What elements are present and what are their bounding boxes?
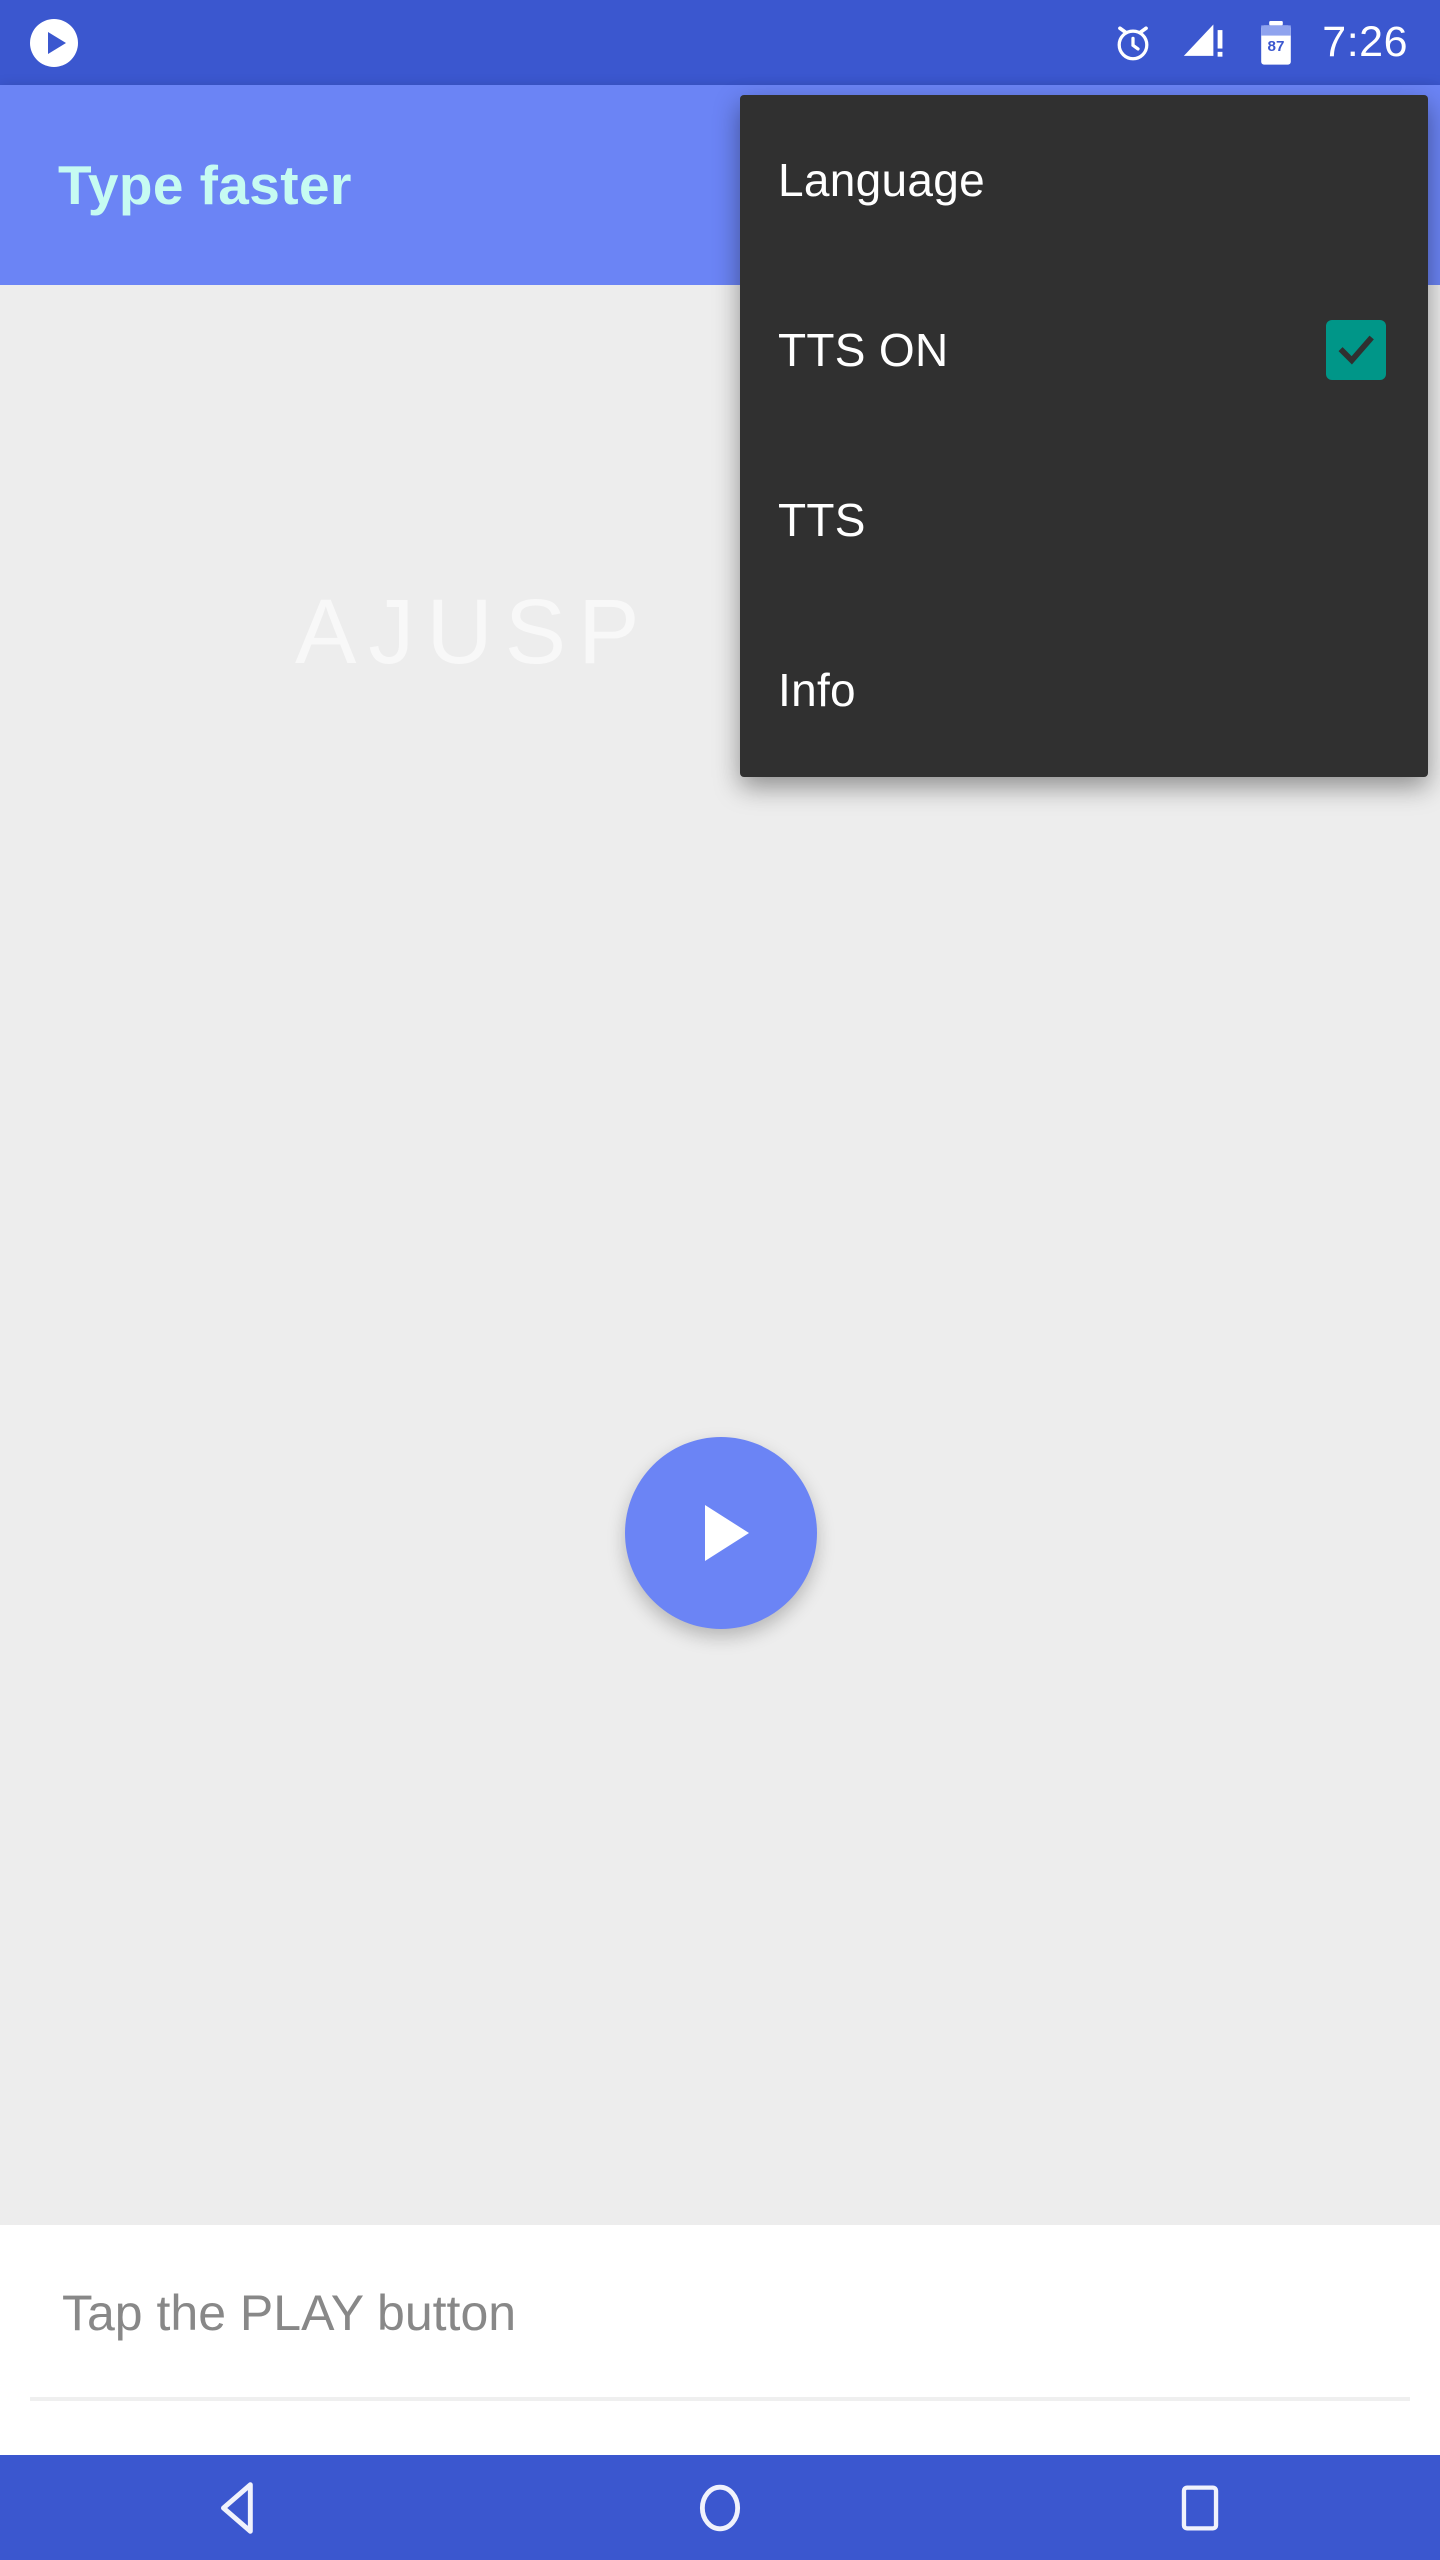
- alarm-clock-icon: [1117, 25, 1149, 60]
- menu-item-language[interactable]: Language: [740, 95, 1428, 265]
- page-title: Type faster: [58, 154, 352, 216]
- menu-item-info[interactable]: Info: [740, 605, 1428, 775]
- play-button[interactable]: [625, 1437, 817, 1629]
- signal-bars-warning-icon: [1184, 24, 1223, 57]
- home-icon: [699, 2484, 741, 2531]
- nav-home-button[interactable]: [645, 2455, 795, 2560]
- recents-icon: [1181, 2484, 1219, 2531]
- input-underline: [30, 2397, 1410, 2401]
- status-bar-notifications: [0, 18, 78, 67]
- menu-item-tts[interactable]: TTS: [740, 435, 1428, 605]
- input-bar: Tap the PLAY button: [0, 2225, 1440, 2455]
- menu-item-tts-on[interactable]: TTS ON: [740, 265, 1428, 435]
- android-screen: 87 7:26 Type faster AJUSP Tap the PLAY b…: [0, 0, 1440, 2560]
- menu-item-label: TTS: [778, 494, 866, 546]
- menu-item-label: Language: [778, 154, 986, 206]
- text-input-placeholder: Tap the PLAY button: [62, 2284, 517, 2341]
- status-bar: 87 7:26: [0, 0, 1440, 85]
- system-navigation-bar: [0, 2455, 1440, 2560]
- play-circle-icon: [30, 18, 78, 67]
- menu-item-label: TTS ON: [778, 324, 949, 376]
- battery-level-text: 87: [1268, 37, 1285, 54]
- overflow-menu: Language TTS ON TTS Info: [740, 95, 1428, 777]
- nav-back-button[interactable]: [165, 2455, 315, 2560]
- back-icon: [221, 2481, 253, 2534]
- play-icon: [705, 1505, 749, 1561]
- play-triangle-icon: [47, 31, 66, 54]
- tts-on-checkbox[interactable]: [1326, 320, 1386, 380]
- background-watermark: AJUSP: [295, 581, 652, 683]
- battery-icon: 87: [1261, 20, 1292, 65]
- menu-item-label: Info: [778, 664, 856, 716]
- checkmark-icon: [1338, 335, 1374, 365]
- status-bar-clock: 7:26: [1322, 18, 1408, 66]
- nav-recents-button[interactable]: [1125, 2455, 1275, 2560]
- status-bar-system-icons: 87 7:26: [1110, 19, 1440, 67]
- text-input-field[interactable]: Tap the PLAY button: [0, 2225, 1440, 2400]
